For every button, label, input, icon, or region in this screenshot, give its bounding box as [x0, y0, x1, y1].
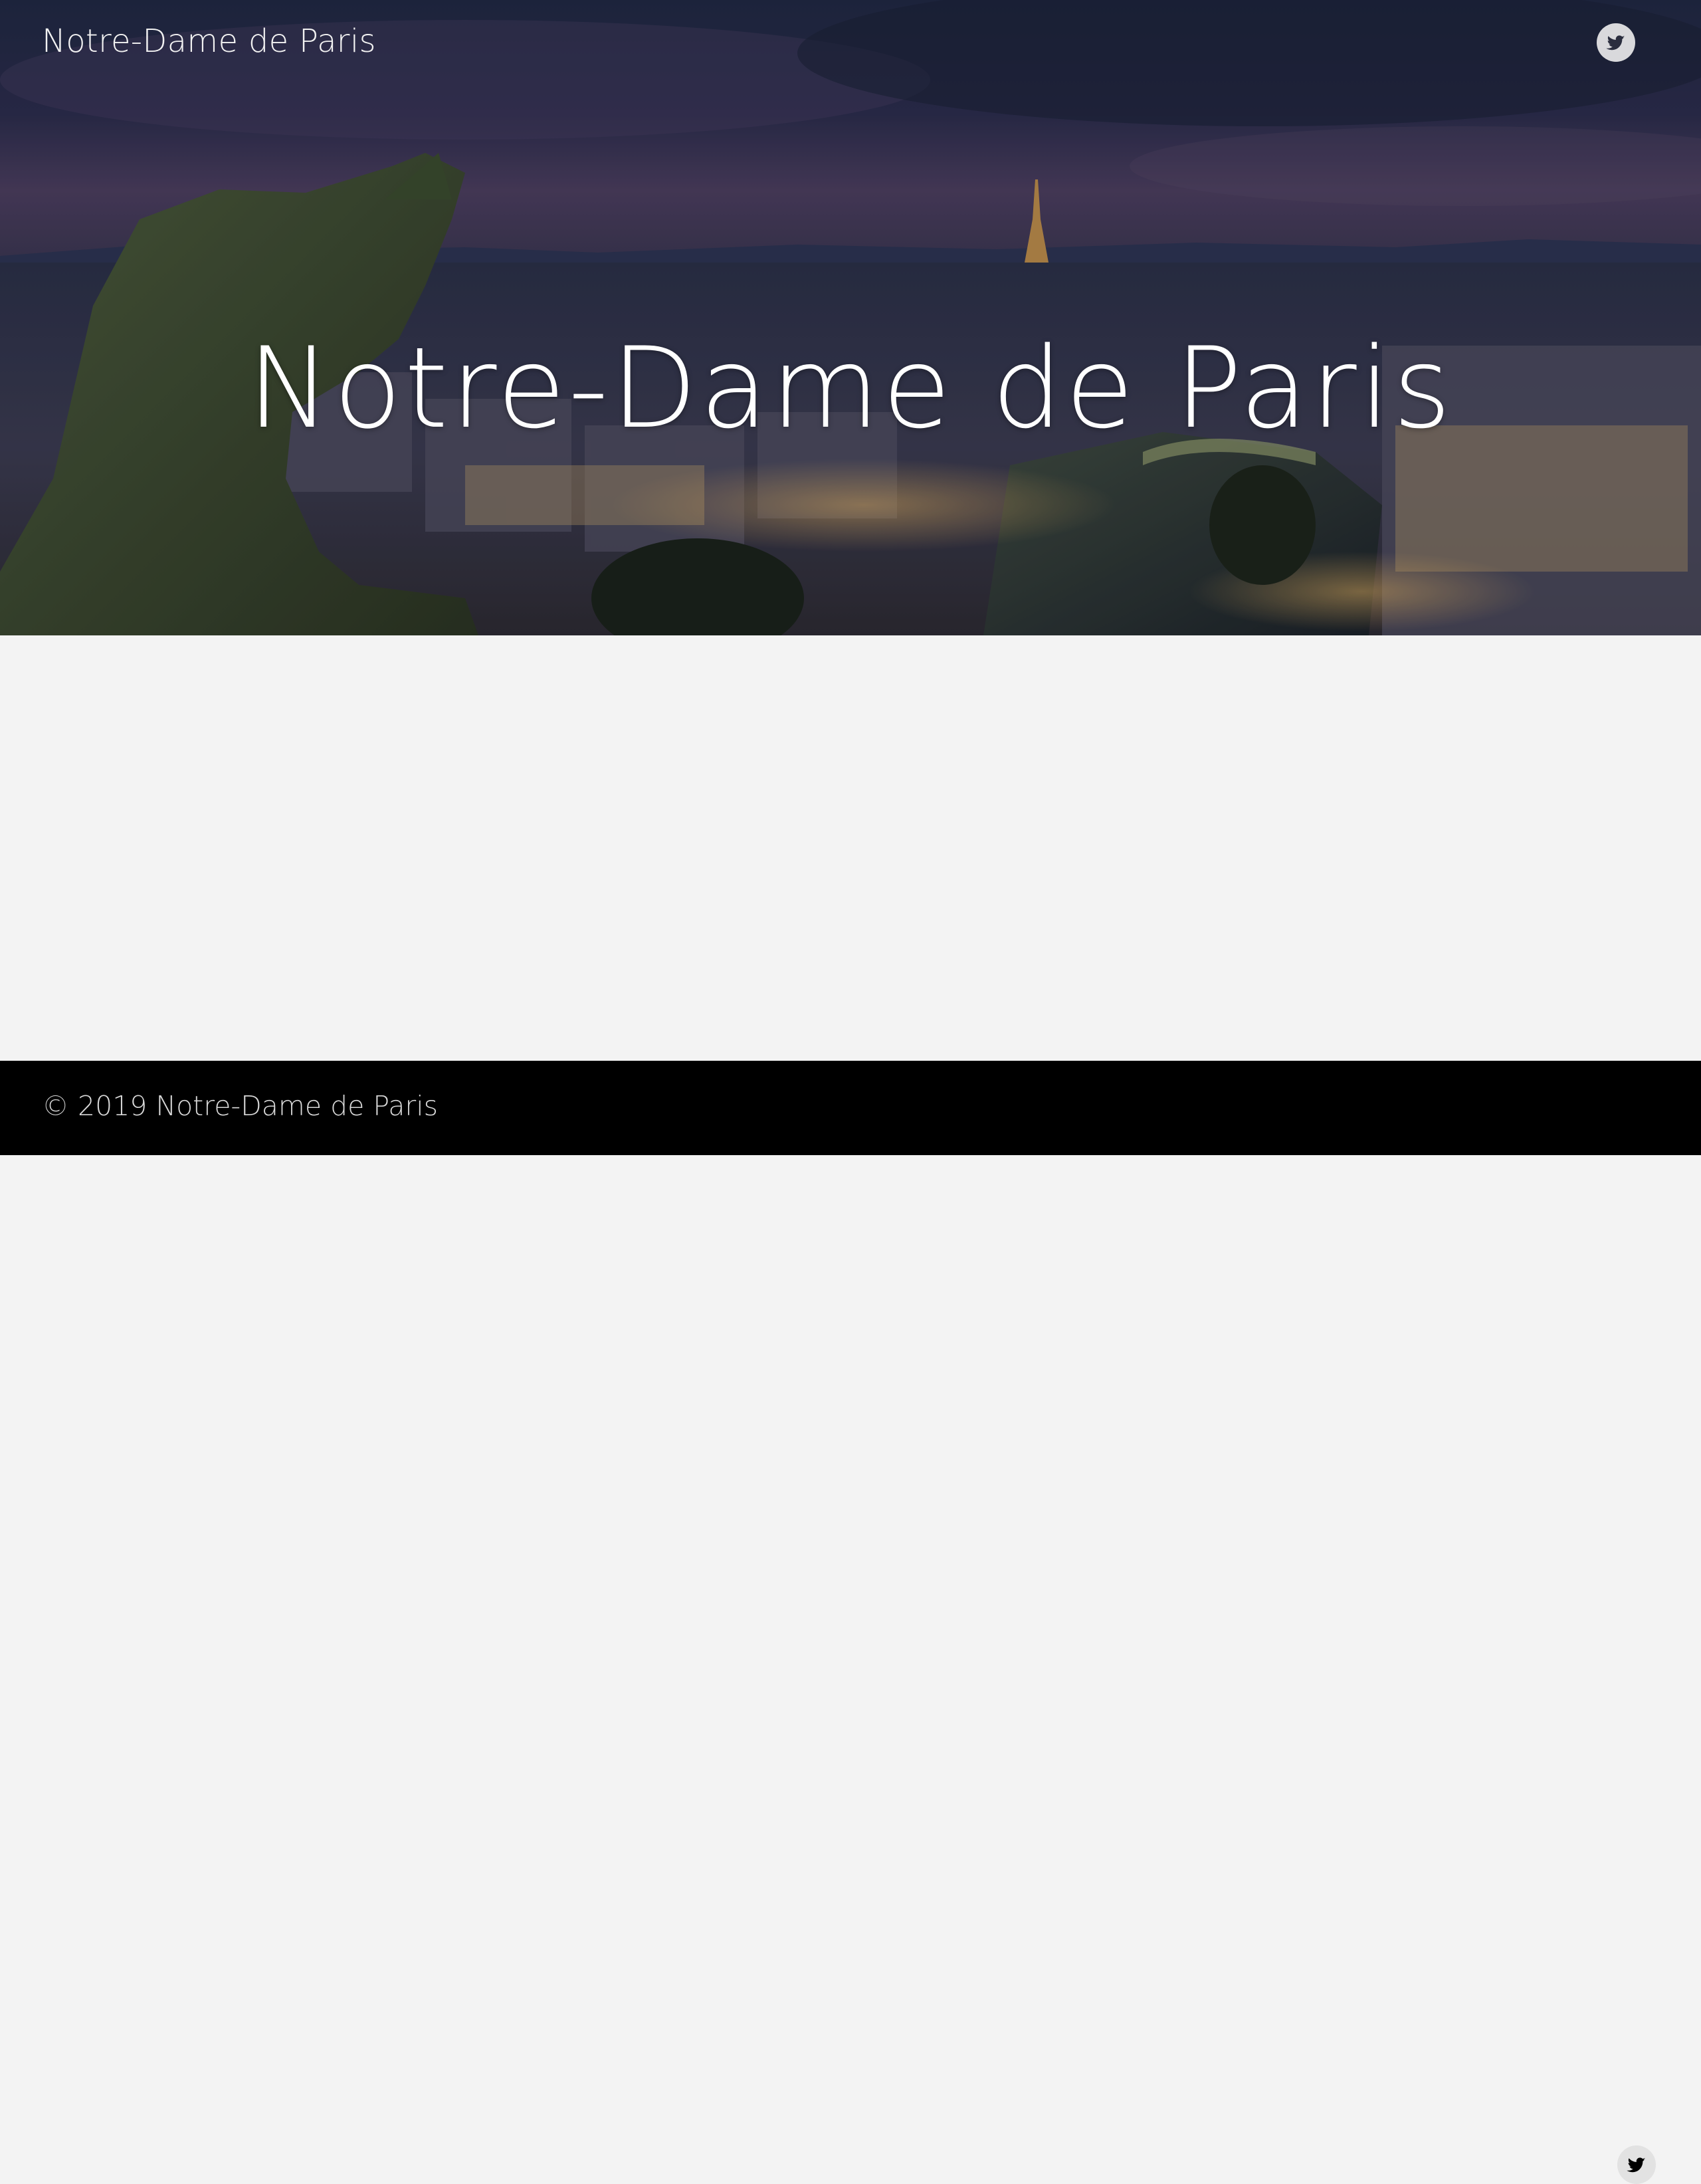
hero-section: Notre-Dame de Paris Notre-Dame de Paris	[0, 0, 1701, 635]
hero-title: Notre-Dame de Paris	[247, 323, 1454, 453]
twitter-icon[interactable]	[1597, 23, 1635, 62]
footer: © 2019 Notre-Dame de Paris	[0, 1061, 1701, 2184]
site-name-link[interactable]: Notre-Dame de Paris	[42, 23, 376, 60]
twitter-bird-glyph	[1627, 2157, 1646, 2173]
twitter-bird-glyph	[1606, 35, 1625, 51]
main-content	[0, 635, 1701, 1061]
twitter-icon[interactable]	[1617, 2145, 1656, 2184]
copyright-text: © 2019 Notre-Dame de Paris	[42, 1090, 439, 1122]
hero-overlay	[0, 0, 1701, 635]
